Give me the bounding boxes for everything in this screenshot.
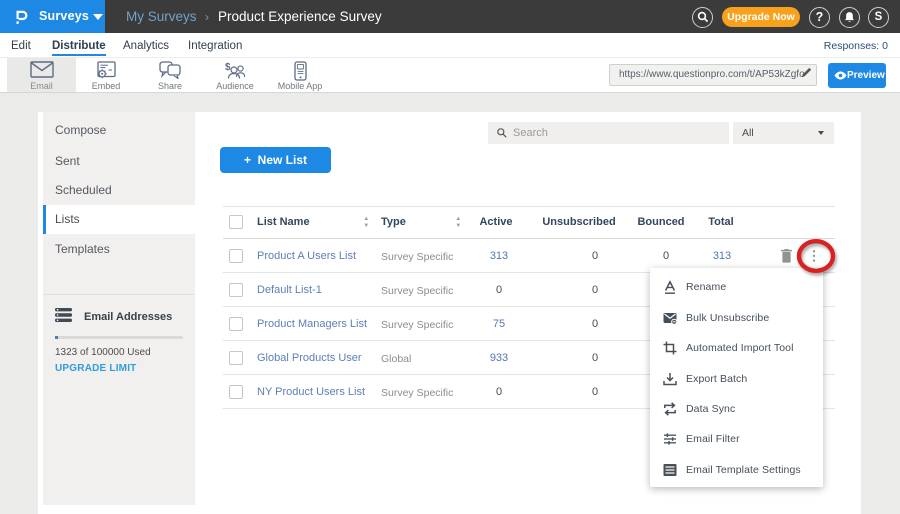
svg-text:$: $	[225, 62, 231, 73]
